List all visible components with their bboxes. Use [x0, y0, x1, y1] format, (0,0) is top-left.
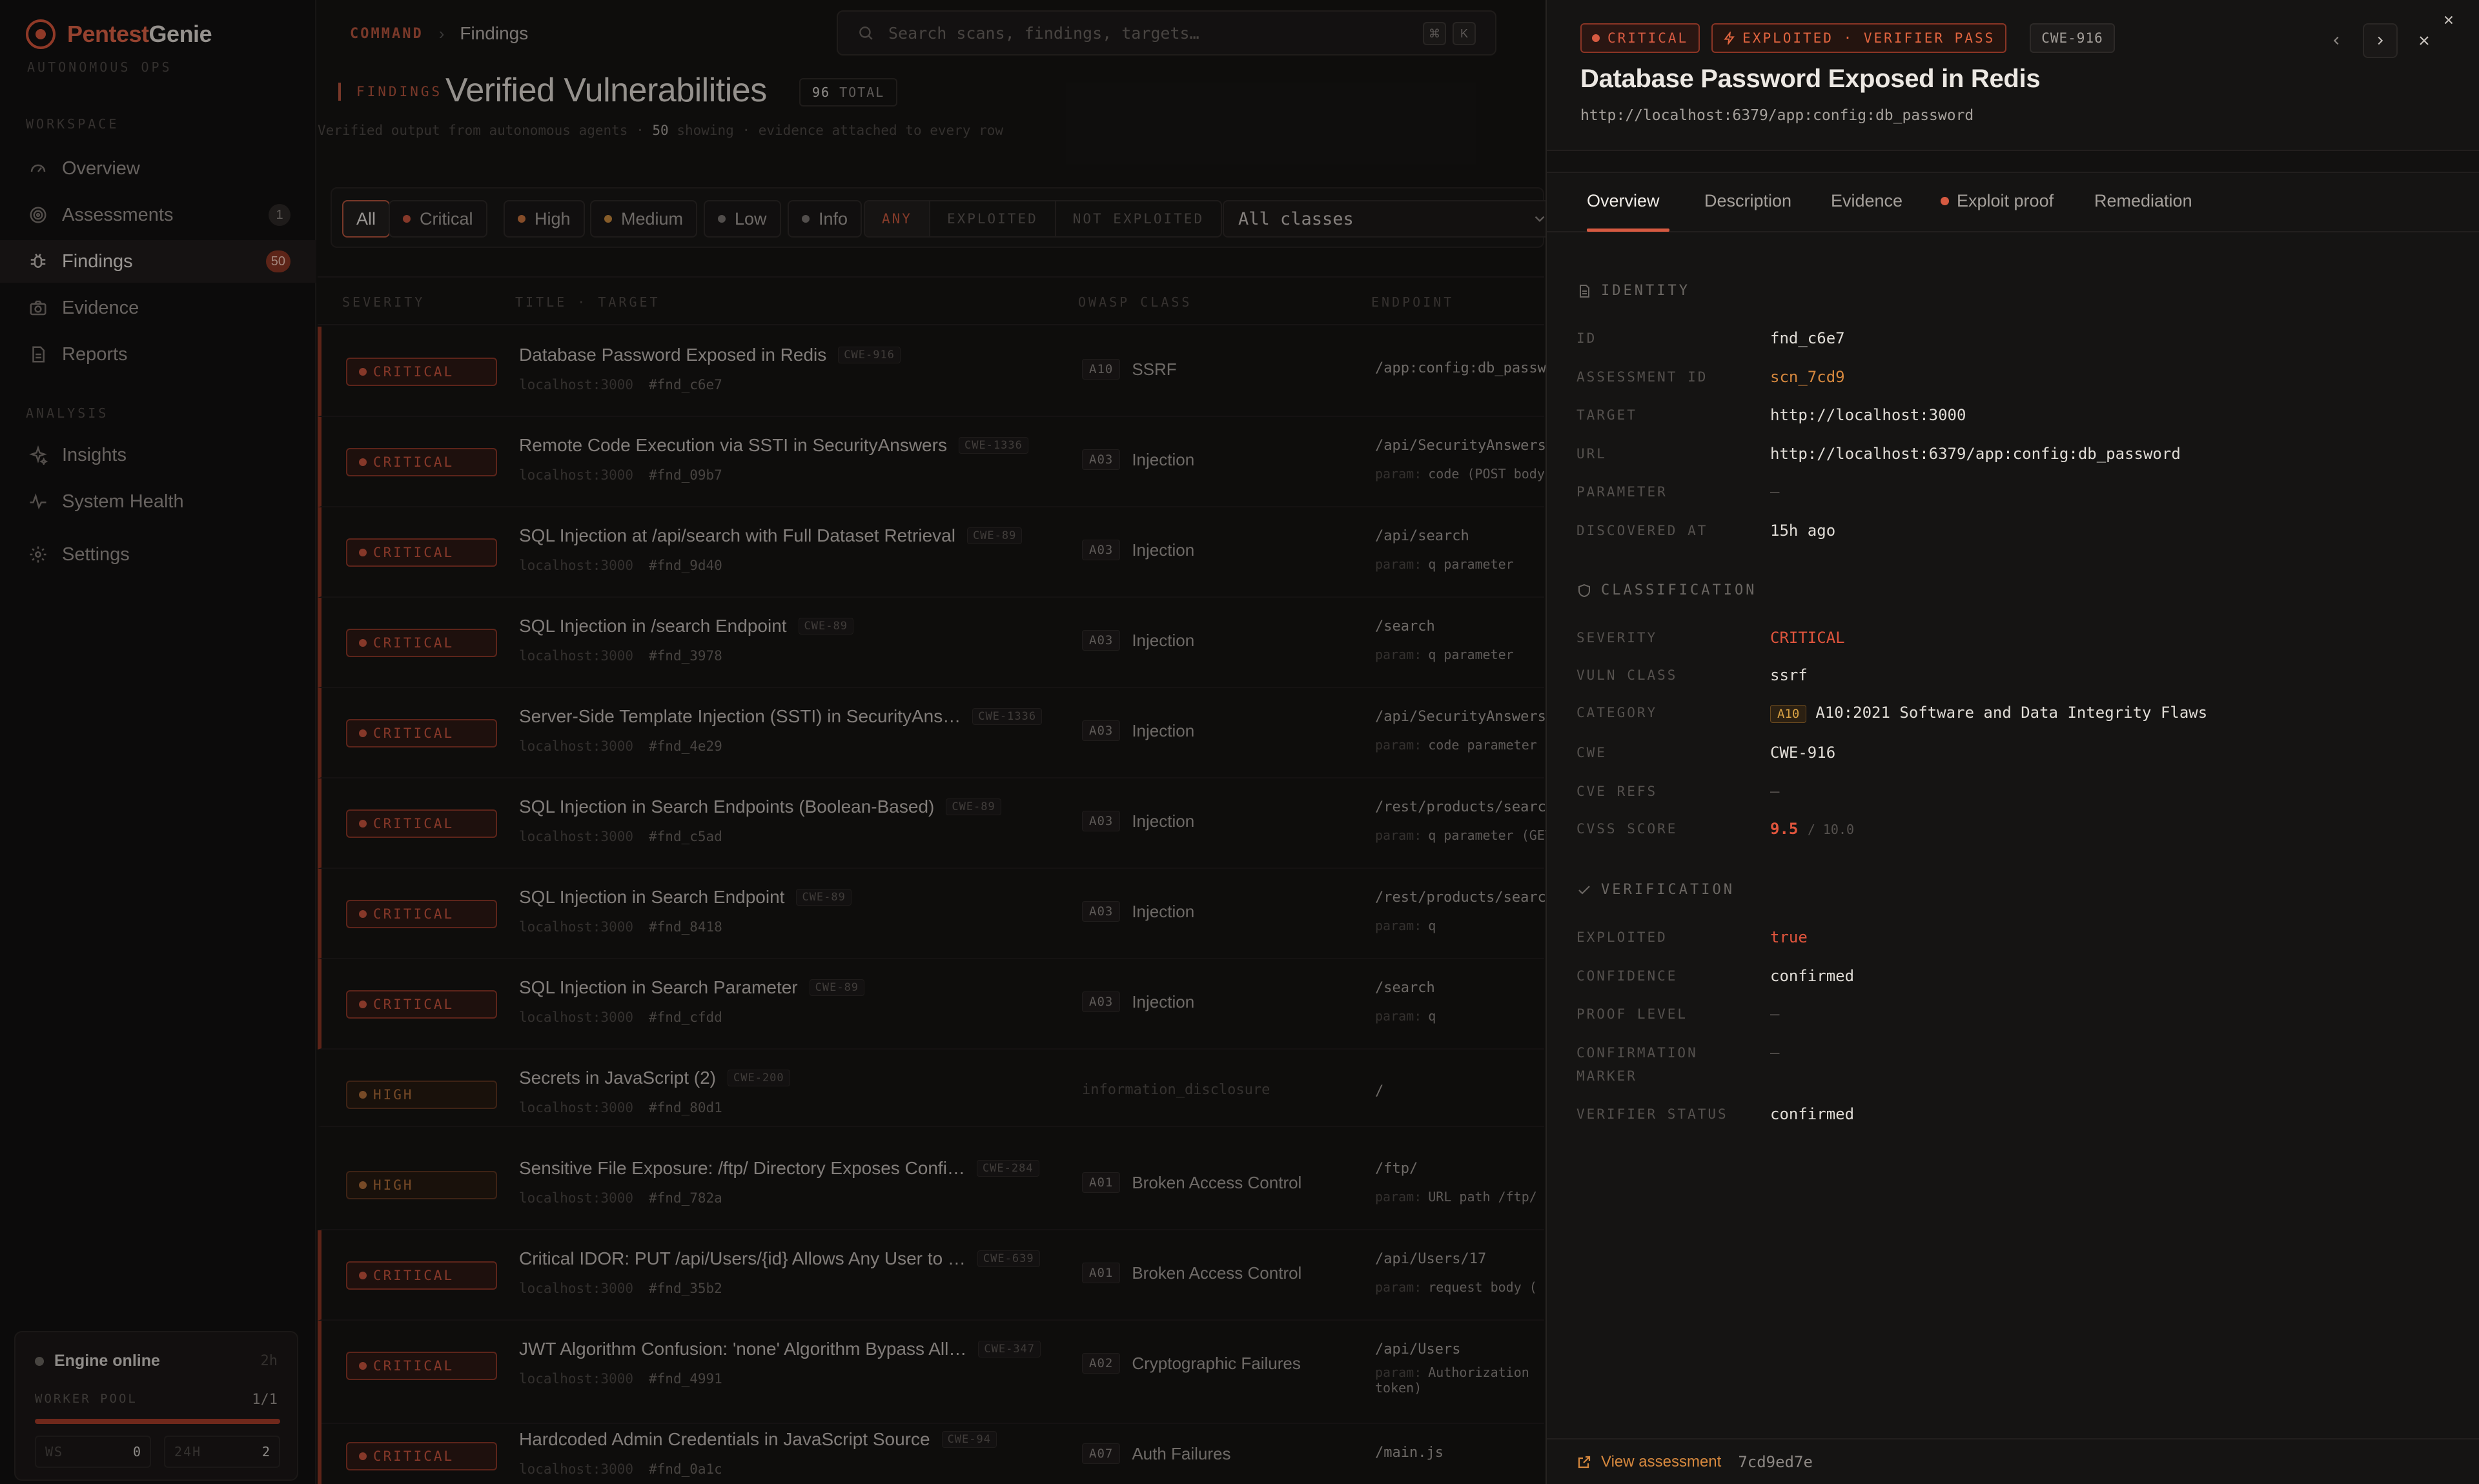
close-panel-button[interactable] [2407, 23, 2442, 58]
field-label: EXPLOITED [1576, 930, 1668, 945]
field-label: ID [1576, 330, 1597, 346]
field-value: true [1770, 928, 1808, 946]
field-label: CONFIDENCE [1576, 968, 1678, 984]
panel-footer: View assessment 7cd9ed7e [1547, 1438, 2479, 1484]
field-label: SEVERITY [1576, 630, 1658, 645]
external-link-icon [1578, 1456, 1591, 1468]
document-icon [1576, 283, 1592, 299]
field-value: — [1770, 1005, 1780, 1023]
tab-remediation[interactable]: Remediation [2094, 191, 2192, 211]
tab-evidence[interactable]: Evidence [1831, 191, 1903, 211]
exploited-badge: EXPLOITED · VERIFIER PASS [1711, 23, 2007, 53]
next-finding-button[interactable] [2363, 23, 2398, 58]
close-overlay-button[interactable] [2442, 13, 2456, 30]
prev-finding-button[interactable] [2319, 23, 2354, 58]
shield-icon [1576, 583, 1592, 598]
assessment-hash: 7cd9ed7e [1738, 1452, 1813, 1471]
field-label: CVSS SCORE [1576, 821, 1678, 837]
field-label: VERIFIER STATUS [1576, 1106, 1728, 1122]
field-label: CVE REFS [1576, 784, 1658, 799]
bolt-icon [1724, 32, 1735, 45]
field-label: VULN CLASS [1576, 667, 1678, 683]
check-icon [1576, 882, 1592, 898]
section-identity: IDENTITY [1576, 283, 1690, 299]
field-value: http://localhost:6379/app:config:db_pass… [1770, 444, 2181, 463]
field-label: CWE [1576, 745, 1607, 760]
detail-title: Database Password Exposed in Redis [1580, 65, 2041, 93]
vuln-class-value: ssrf [1770, 666, 1808, 684]
field-value: confirmed [1770, 966, 1855, 985]
field-value: 15h ago [1770, 521, 1836, 540]
close-icon [2420, 36, 2429, 45]
finding-detail-panel: CRITICAL EXPLOITED · VERIFIER PASS CWE-9… [1546, 0, 2479, 1484]
detail-url: http://localhost:6379/app:config:db_pass… [1580, 107, 1974, 124]
field-value: — [1770, 483, 1780, 501]
field-value: confirmed [1770, 1105, 1855, 1123]
chevron-left-icon [2333, 36, 2339, 45]
active-tab-indicator [1587, 229, 1669, 232]
field-label: ASSESSMENT ID [1576, 369, 1708, 385]
field-value: — [1770, 1043, 1780, 1062]
chevron-right-icon [2378, 36, 2383, 45]
panel-divider [1547, 150, 2479, 173]
view-assessment-link[interactable]: View assessment [1576, 1453, 1721, 1471]
field-value[interactable]: scn_7cd9 [1770, 365, 1845, 389]
cwe-value: CWE-916 [1770, 744, 1836, 762]
severity-value: CRITICAL [1770, 629, 1845, 647]
field-value: fnd_c6e7 [1770, 329, 1845, 347]
field-label: DISCOVERED AT [1576, 522, 1708, 538]
tab-overview[interactable]: Overview [1587, 191, 1660, 211]
owasp-code-badge: A10 [1770, 705, 1807, 723]
severity-dot [1592, 34, 1600, 42]
field-value: http://localhost:3000 [1770, 406, 1966, 424]
field-label: PARAMETER [1576, 484, 1668, 500]
cwe-badge: CWE-916 [2030, 23, 2115, 53]
detail-tags: CRITICAL EXPLOITED · VERIFIER PASS CWE-9… [1580, 23, 2127, 53]
category-value: A10 A10:2021 Software and Data Integrity … [1770, 701, 2207, 726]
field-label: TARGET [1576, 407, 1637, 423]
field-label: CATEGORY [1576, 705, 1658, 720]
cvss-score-value: 9.5 / 10.0 [1770, 820, 1855, 838]
section-classification: CLASSIFICATION [1576, 582, 1757, 598]
cve-refs-value: — [1770, 782, 1780, 800]
modal-backdrop[interactable] [0, 0, 1546, 1484]
field-label: URL [1576, 445, 1607, 462]
severity-badge: CRITICAL [1580, 23, 1700, 53]
detail-tabs: Overview Description Evidence Exploit pr… [1547, 174, 2479, 232]
exploit-dot [1941, 197, 1949, 205]
tab-exploit-proof[interactable]: Exploit proof [1941, 191, 2054, 211]
close-icon [2444, 15, 2453, 25]
field-label: CONFIRMATION MARKER [1576, 1044, 1698, 1084]
tab-description[interactable]: Description [1704, 191, 1791, 211]
section-verification: VERIFICATION [1576, 882, 1735, 898]
field-label: PROOF LEVEL [1576, 1006, 1688, 1022]
